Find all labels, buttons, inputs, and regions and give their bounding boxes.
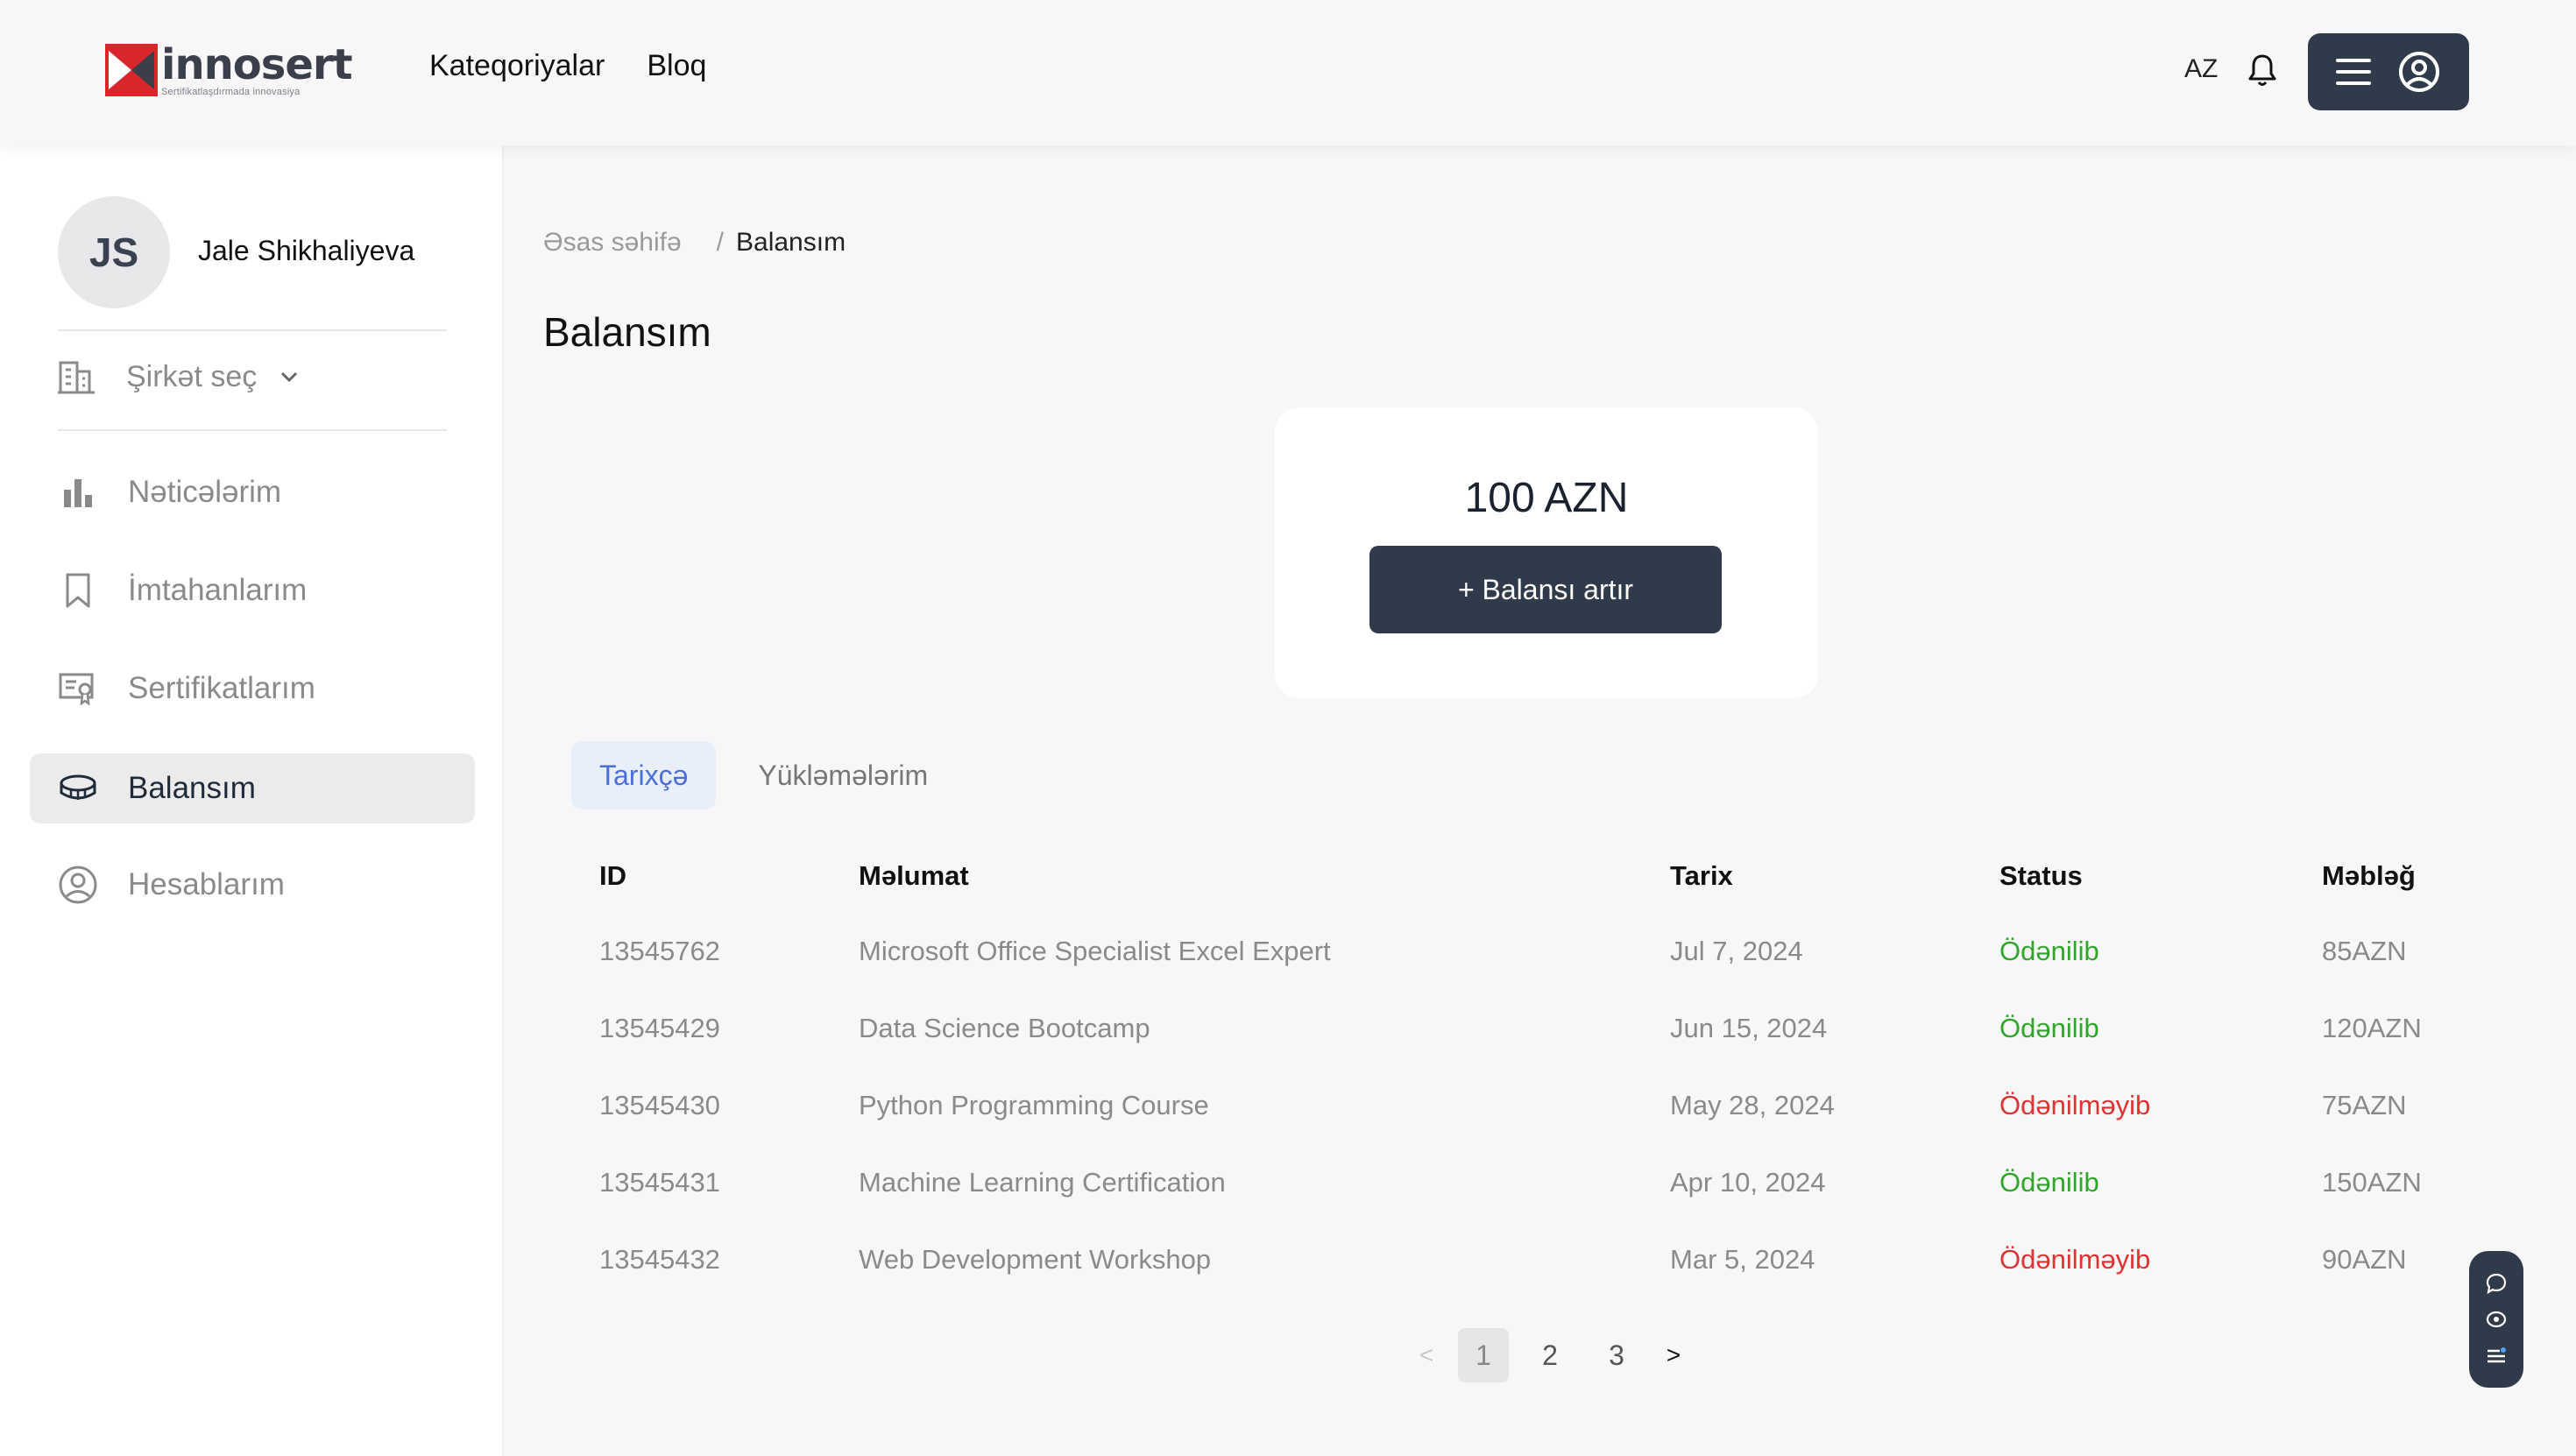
cell-date: May 28, 2024 [1670, 1090, 1835, 1120]
history-tabs: Tarixçə Yükləmələrim [571, 741, 956, 809]
cell-id: 13545430 [599, 1090, 720, 1120]
hamburger-icon [2336, 59, 2371, 85]
pagination: < 1 2 3 > [1411, 1328, 1689, 1382]
cell-date: Mar 5, 2024 [1670, 1244, 1815, 1275]
avatar[interactable]: JS [58, 196, 170, 308]
cell-id: 13545762 [599, 936, 720, 966]
sidebar: JS Jale Shikhaliyeva Şirkət seç Nəticələ… [0, 145, 504, 1456]
cell-amount: 90AZN [2322, 1244, 2407, 1275]
breadcrumb-separator: / [716, 228, 724, 257]
cell-amount: 75AZN [2322, 1090, 2407, 1120]
column-header-id: ID [599, 860, 626, 891]
cell-date: Jun 15, 2024 [1670, 1013, 1828, 1043]
table-row: 13545762 Microsoft Office Specialist Exc… [599, 936, 2483, 1013]
cell-status: Ödənilməyib [1999, 1090, 2151, 1120]
cell-info: Web Development Workshop [859, 1244, 1212, 1275]
breadcrumb-current: Balansım [736, 228, 846, 257]
cell-id: 13545431 [599, 1167, 720, 1198]
user-name: Jale Shikhaliyeva [198, 235, 415, 266]
user-menu-button[interactable] [2308, 33, 2469, 110]
sidebar-item-results[interactable]: Nəticələrim [30, 457, 475, 527]
company-select-label: Şirkət seç [126, 359, 258, 393]
balance-card: 100 AZN + Balansı artır [1275, 407, 1818, 698]
logo[interactable]: innosert Sertifikatlaşdırmada innovasiya [105, 40, 353, 100]
balance-amount: 100 AZN [1464, 475, 1629, 521]
cell-amount: 85AZN [2322, 936, 2407, 966]
transactions-table: ID Məlumat Tarix Status Məbləğ 13545762 … [599, 859, 2483, 1321]
sidebar-item-exams[interactable]: İmtahanlarım [30, 555, 475, 626]
pagination-prev-button[interactable]: < [1411, 1341, 1442, 1369]
building-icon [58, 361, 95, 394]
breadcrumb-home[interactable]: Əsas səhifə [543, 228, 682, 258]
user-circle-icon [2399, 52, 2439, 92]
sidebar-item-certificates[interactable]: Sertifikatlarım [30, 654, 475, 724]
tab-history[interactable]: Tarixçə [571, 741, 717, 809]
cell-date: Jul 7, 2024 [1670, 936, 1803, 966]
cell-amount: 150AZN [2322, 1167, 2422, 1198]
cell-date: Apr 10, 2024 [1670, 1167, 1826, 1198]
top-up-balance-button[interactable]: + Balansı artır [1369, 546, 1722, 633]
bar-chart-icon [58, 472, 98, 512]
table-row: 13545431 Machine Learning Certification … [599, 1167, 2483, 1244]
page-title: Balansım [543, 309, 711, 355]
cell-info: Microsoft Office Specialist Excel Expert [859, 936, 1331, 966]
nav-blog[interactable]: Bloq [647, 49, 706, 83]
table-row: 13545429 Data Science Bootcamp Jun 15, 2… [599, 1013, 2483, 1090]
cell-id: 13545429 [599, 1013, 720, 1043]
table-row: 13545430 Python Programming Course May 2… [599, 1090, 2483, 1167]
sidebar-item-label: Sertifikatlarım [128, 671, 315, 705]
user-circle-icon [58, 865, 98, 905]
logo-name: innosert [161, 40, 353, 89]
divider [58, 329, 447, 331]
pagination-next-button[interactable]: > [1658, 1341, 1689, 1369]
main-nav: Kateqoriyalar Bloq [429, 49, 706, 83]
cell-status: Ödənilib [1999, 1013, 2099, 1043]
chat-bubble-icon[interactable] [2485, 1272, 2508, 1295]
divider [58, 429, 447, 431]
cell-status: Ödənilib [1999, 1167, 2099, 1198]
cell-status: Ödənilib [1999, 936, 2099, 966]
sidebar-item-label: İmtahanlarım [128, 573, 308, 607]
cell-amount: 120AZN [2322, 1013, 2422, 1043]
cell-id: 13545432 [599, 1244, 720, 1275]
column-header-status: Status [1999, 860, 2083, 891]
certificate-icon [58, 668, 98, 709]
top-header: innosert Sertifikatlaşdırmada innovasiya… [0, 0, 2576, 145]
nav-categories[interactable]: Kateqoriyalar [429, 49, 605, 83]
breadcrumb: Əsas səhifə / Balansım [543, 228, 846, 258]
column-header-date: Tarix [1670, 860, 1733, 891]
table-row: 13545432 Web Development Workshop Mar 5,… [599, 1244, 2483, 1321]
floating-support-widget [2469, 1251, 2523, 1388]
tab-uploads[interactable]: Yükləmələrim [730, 741, 956, 809]
sidebar-item-balance[interactable]: Balansım [30, 753, 475, 823]
sidebar-item-accounts[interactable]: Hesablarım [30, 850, 475, 920]
page-2-button[interactable]: 2 [1525, 1328, 1575, 1382]
bell-icon[interactable] [2247, 53, 2278, 88]
cell-info: Data Science Bootcamp [859, 1013, 1150, 1043]
page-3-button[interactable]: 3 [1591, 1328, 1642, 1382]
sidebar-item-label: Hesablarım [128, 867, 285, 901]
menu-list-icon[interactable] [2485, 1344, 2508, 1367]
column-header-amount: Məbləğ [2322, 860, 2416, 891]
cell-status: Ödənilməyib [1999, 1244, 2151, 1275]
chevron-down-icon [281, 371, 298, 383]
cell-info: Python Programming Course [859, 1090, 1209, 1120]
company-select[interactable]: Şirkət seç [58, 359, 299, 394]
page-1-button[interactable]: 1 [1458, 1328, 1509, 1382]
logo-mark-icon [105, 44, 158, 96]
column-header-info: Məlumat [859, 860, 969, 891]
language-switcher[interactable]: AZ [2184, 54, 2218, 84]
bookmark-icon [58, 570, 98, 611]
sidebar-item-label: Balansım [128, 771, 256, 805]
sidebar-item-label: Nəticələrim [128, 475, 282, 509]
cell-info: Machine Learning Certification [859, 1167, 1226, 1198]
coins-icon [58, 768, 98, 809]
table-header-row: ID Məlumat Tarix Status Məbləğ [599, 859, 2483, 936]
eye-icon[interactable] [2485, 1308, 2508, 1331]
